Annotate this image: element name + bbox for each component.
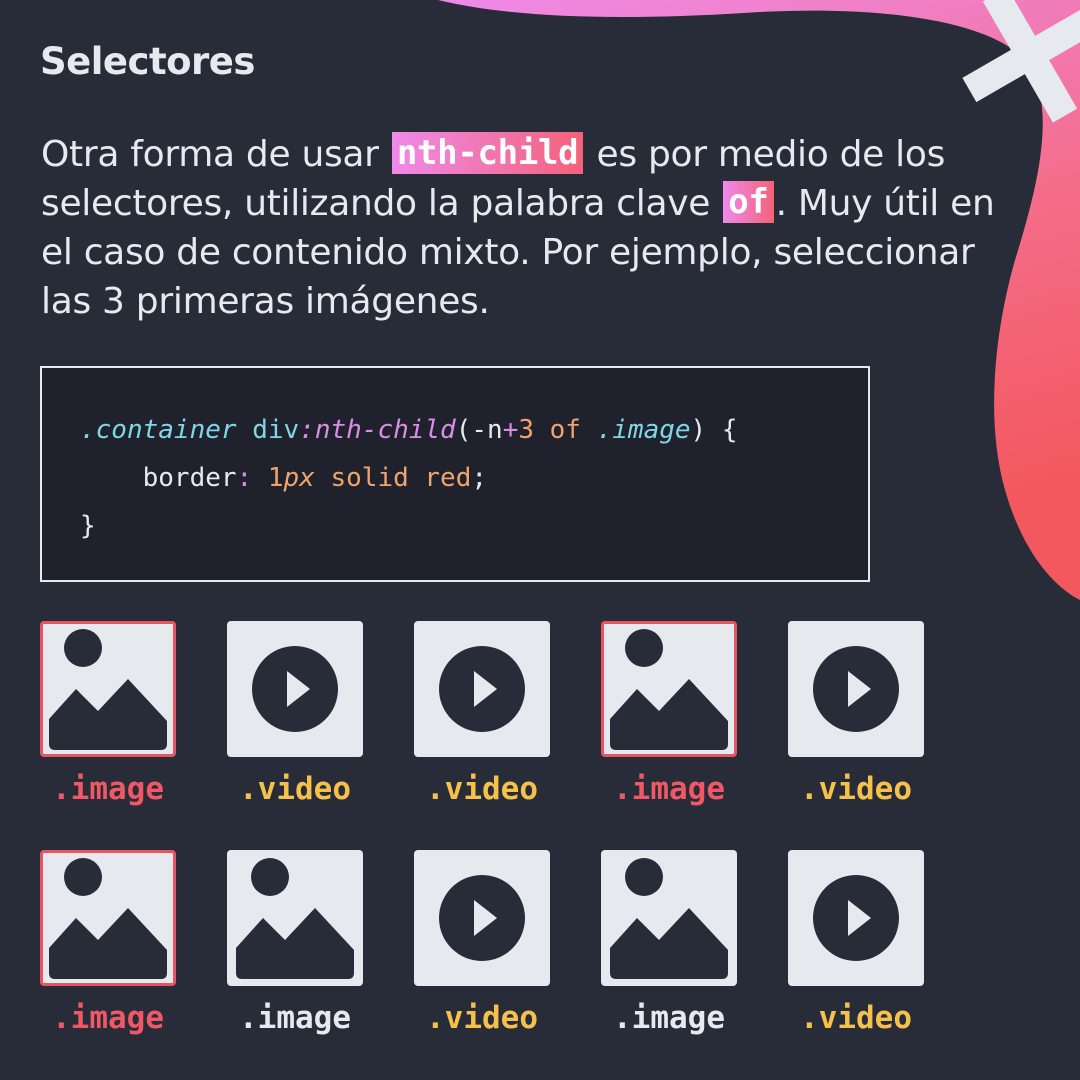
code-value-number: 1 bbox=[267, 463, 284, 493]
code-value-rest: solid red bbox=[330, 463, 472, 493]
paragraph-text-1: Otra forma de usar bbox=[41, 134, 390, 175]
image-icon bbox=[49, 858, 167, 979]
image-tile bbox=[40, 621, 176, 757]
code-open-brace: { bbox=[721, 415, 738, 445]
item-label: .video bbox=[800, 771, 912, 807]
code-open-paren: ( bbox=[455, 415, 472, 445]
play-icon bbox=[813, 646, 899, 732]
grid-item-video: .video bbox=[227, 621, 363, 850]
code-close-brace: } bbox=[80, 511, 96, 541]
grid-item-image: .image bbox=[601, 850, 737, 1079]
video-tile bbox=[788, 850, 924, 986]
video-tile bbox=[414, 621, 550, 757]
grid-item-video: .video bbox=[414, 850, 550, 1079]
code-property: border bbox=[142, 463, 237, 493]
plus-icon bbox=[962, 0, 1080, 123]
code-pseudo-class: :nth-child bbox=[299, 415, 456, 445]
image-tile bbox=[227, 850, 363, 986]
item-label: .image bbox=[52, 1000, 164, 1036]
grid-item-image: .image bbox=[227, 850, 363, 1079]
item-label: .video bbox=[800, 1000, 912, 1036]
item-label: .video bbox=[426, 1000, 538, 1036]
grid-item-image: .image bbox=[601, 621, 737, 850]
code-formula-n: -n bbox=[471, 415, 503, 445]
code-block: .container div:nth-child(-n+3 of .image)… bbox=[40, 366, 870, 582]
code-close-paren: ) bbox=[690, 415, 707, 445]
image-icon bbox=[236, 858, 354, 979]
play-icon bbox=[813, 875, 899, 961]
video-tile bbox=[788, 621, 924, 757]
code-value-unit: px bbox=[283, 463, 315, 493]
play-icon bbox=[252, 646, 338, 732]
keyword-nth-child: nth-child bbox=[391, 132, 584, 174]
code-of-class: .image bbox=[596, 415, 691, 445]
grid-item-video: .video bbox=[414, 621, 550, 850]
item-label: .video bbox=[426, 771, 538, 807]
description-paragraph: Otra forma de usar nth-child es por medi… bbox=[41, 130, 1001, 326]
item-label: .image bbox=[613, 1000, 725, 1036]
image-tile bbox=[601, 621, 737, 757]
image-icon bbox=[49, 629, 167, 750]
item-label: .image bbox=[613, 771, 725, 807]
item-label: .video bbox=[239, 771, 351, 807]
grid-item-image: .image bbox=[40, 621, 176, 850]
grid-item-video: .video bbox=[788, 850, 924, 1079]
grid-item-image: .image bbox=[40, 850, 176, 1079]
code-selector-tag: div bbox=[252, 415, 300, 445]
video-tile bbox=[414, 850, 550, 986]
code-of-keyword: of bbox=[549, 415, 581, 445]
image-icon bbox=[610, 858, 728, 979]
code-selector-class: .container bbox=[80, 415, 237, 445]
item-label: .image bbox=[239, 1000, 351, 1036]
code-formula-plus: + bbox=[502, 415, 519, 445]
image-tile bbox=[40, 850, 176, 986]
code-colon: : bbox=[236, 463, 253, 493]
page-title: Selectores bbox=[40, 40, 255, 83]
code-formula-number: 3 bbox=[518, 415, 534, 445]
code-semicolon: ; bbox=[471, 463, 488, 493]
grid-item-video: .video bbox=[788, 621, 924, 850]
keyword-of: of bbox=[723, 181, 774, 223]
play-icon bbox=[439, 646, 525, 732]
item-label: .image bbox=[52, 771, 164, 807]
video-tile bbox=[227, 621, 363, 757]
play-icon bbox=[439, 875, 525, 961]
image-icon bbox=[610, 629, 728, 750]
media-grid: .image .video .video .image .video .image .ima… bbox=[40, 621, 924, 1079]
image-tile bbox=[601, 850, 737, 986]
